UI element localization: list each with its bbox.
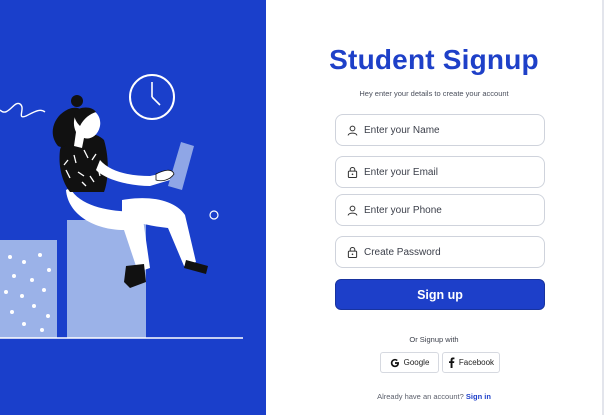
- page-subtitle: Hey enter your details to create your ac…: [359, 89, 509, 98]
- student-illustration: [0, 0, 266, 415]
- lock-icon: [346, 166, 358, 178]
- phone-input[interactable]: [364, 204, 534, 216]
- facebook-label: Facebook: [458, 358, 495, 367]
- facebook-signup-button[interactable]: Facebook: [442, 352, 500, 373]
- user-icon: [346, 204, 358, 216]
- dotted-box: [0, 240, 57, 338]
- phone-field[interactable]: [335, 194, 545, 226]
- page-title: Student Signup: [329, 44, 539, 75]
- name-field[interactable]: [335, 114, 545, 146]
- email-input[interactable]: [364, 166, 534, 178]
- lock-icon: [346, 246, 358, 258]
- signin-prompt-text: Already have an account?: [377, 392, 464, 401]
- password-field[interactable]: [335, 236, 545, 268]
- google-signup-button[interactable]: Google: [380, 352, 439, 373]
- or-divider-text: Or Signup with: [409, 335, 459, 344]
- illustration-panel: [0, 0, 266, 415]
- signin-prompt: Already have an account? Sign in: [266, 392, 602, 401]
- email-field[interactable]: [335, 156, 545, 188]
- password-input[interactable]: [364, 246, 534, 258]
- google-label: Google: [403, 358, 430, 367]
- google-icon: [390, 358, 400, 368]
- name-input[interactable]: [364, 124, 534, 136]
- signin-link[interactable]: Sign in: [466, 392, 491, 401]
- signup-form-panel: Student Signup Hey enter your details to…: [266, 0, 604, 415]
- facebook-icon: [448, 357, 455, 368]
- signup-button[interactable]: Sign up: [335, 279, 545, 310]
- user-icon: [346, 124, 358, 136]
